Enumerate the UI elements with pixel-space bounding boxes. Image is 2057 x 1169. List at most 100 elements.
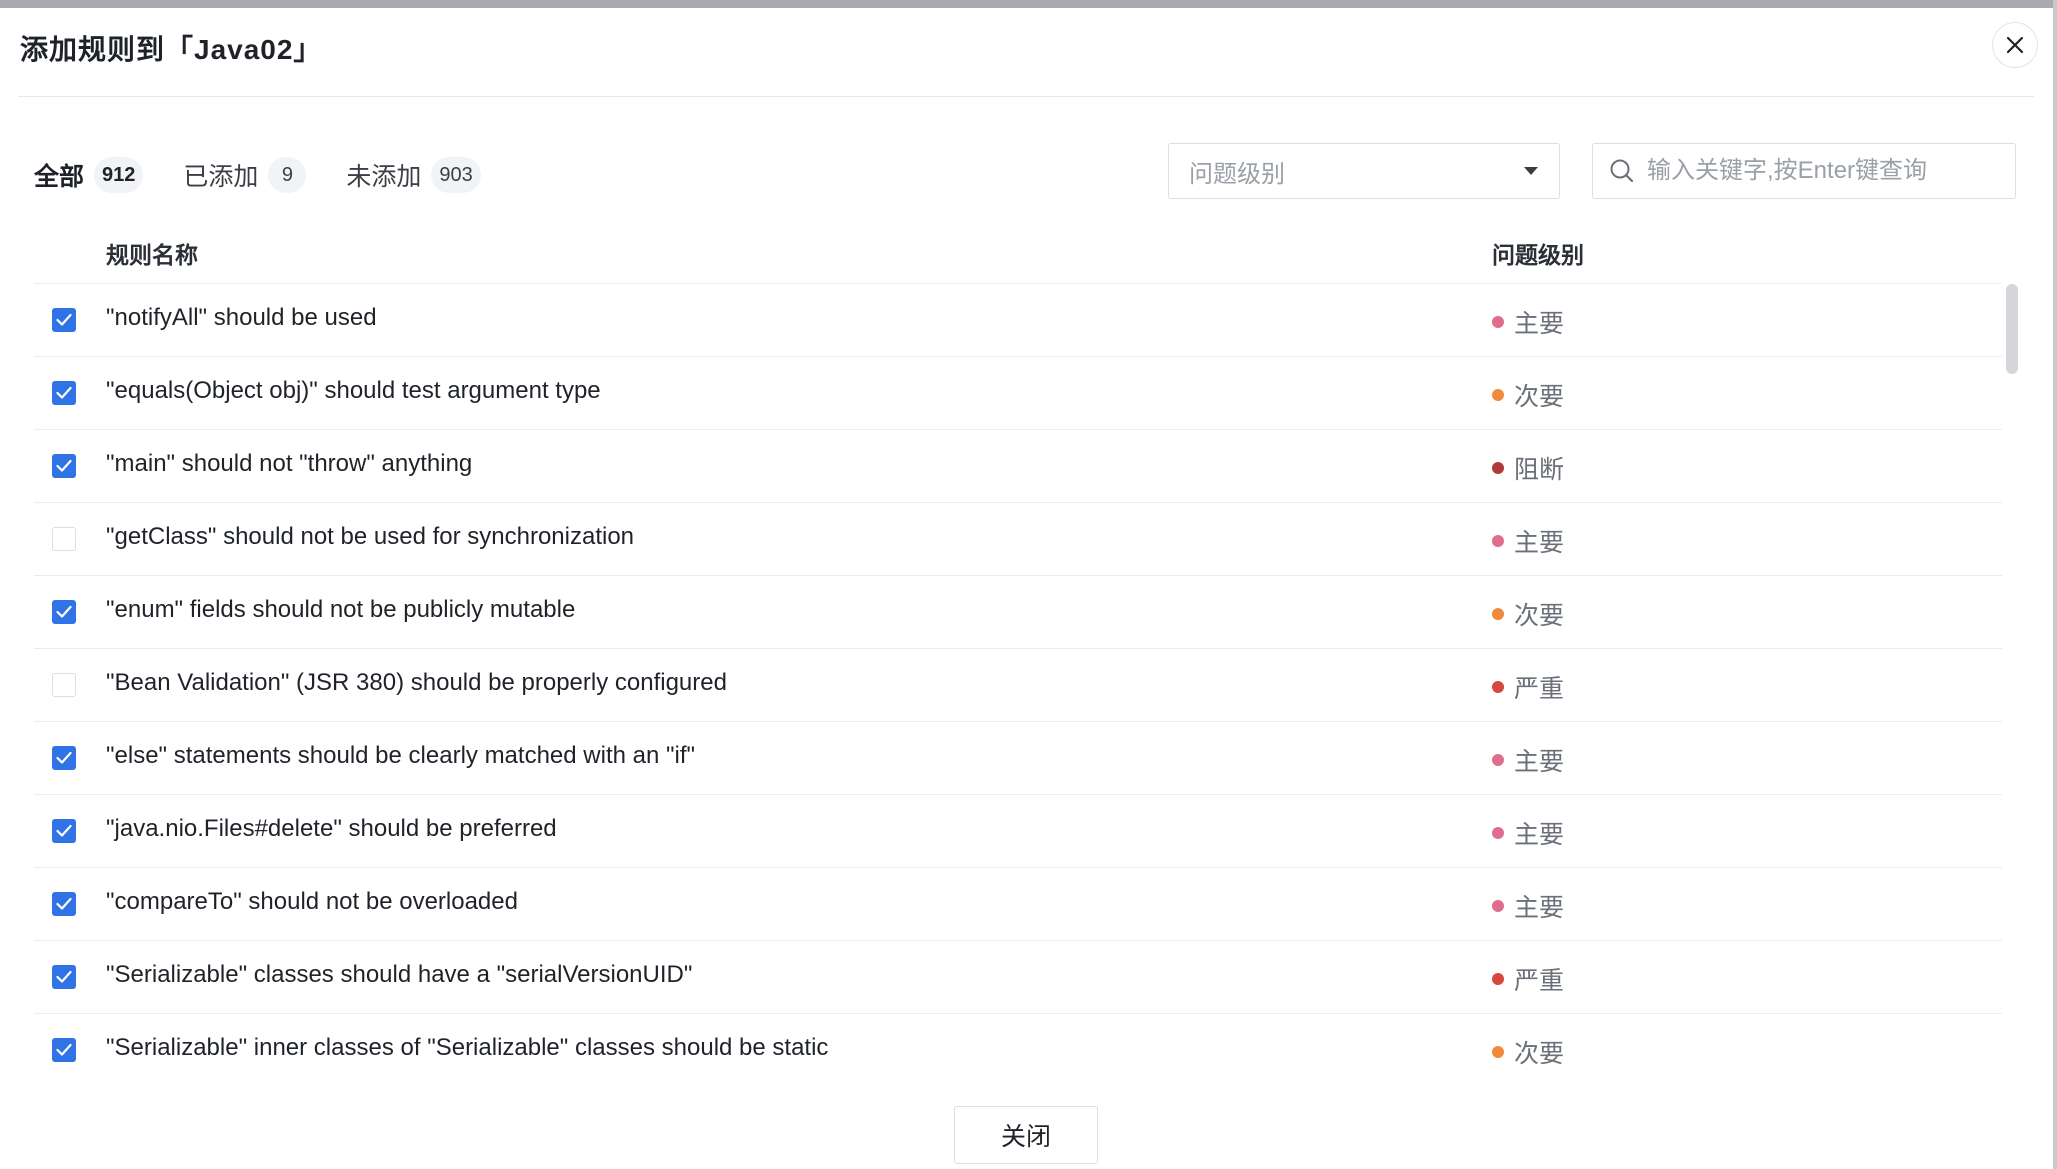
row-checkbox[interactable] xyxy=(52,527,76,551)
table-row[interactable]: "else" statements should be clearly matc… xyxy=(34,722,2002,795)
rule-name: "equals(Object obj)" should test argumen… xyxy=(106,377,601,404)
table-row[interactable]: "getClass" should not be used for synchr… xyxy=(34,503,2002,576)
severity-dot-icon xyxy=(1492,462,1504,474)
table-row[interactable]: "notifyAll" should be used 主要 xyxy=(34,284,2002,357)
table-row[interactable]: "compareTo" should not be overloaded 主要 xyxy=(34,868,2002,941)
tab-not-added-count: 903 xyxy=(431,157,481,193)
rule-name: "compareTo" should not be overloaded xyxy=(106,888,518,915)
filter-tabs: 全部 912 已添加 9 未添加 903 xyxy=(34,150,521,200)
close-button[interactable]: 关闭 xyxy=(954,1106,1098,1164)
tab-added-label: 已添加 xyxy=(183,163,259,191)
window-frame-top xyxy=(0,0,2057,8)
severity-badge: 主要 xyxy=(1492,815,1564,851)
row-checkbox[interactable] xyxy=(52,308,76,332)
severity-label: 主要 xyxy=(1514,310,1565,338)
severity-badge: 严重 xyxy=(1492,961,1564,997)
tab-all-count: 912 xyxy=(94,157,144,193)
checkmark-icon xyxy=(56,897,72,910)
table-row[interactable]: "enum" fields should not be publicly mut… xyxy=(34,576,2002,649)
severity-dot-icon xyxy=(1492,681,1504,693)
dialog-title: 添加规则到「Java02」 xyxy=(20,34,323,65)
severity-label: 次要 xyxy=(1514,1040,1565,1068)
severity-label: 阻断 xyxy=(1514,456,1565,484)
rule-name: "else" statements should be clearly matc… xyxy=(106,742,696,769)
row-checkbox[interactable] xyxy=(52,454,76,478)
window-frame-right xyxy=(2053,0,2057,1169)
checkmark-icon xyxy=(56,459,72,472)
severity-dot-icon xyxy=(1492,900,1504,912)
row-checkbox[interactable] xyxy=(52,381,76,405)
level-select-placeholder: 问题级别 xyxy=(1189,160,1285,188)
close-icon xyxy=(2006,36,2024,54)
severity-label: 次要 xyxy=(1514,602,1565,630)
header-divider xyxy=(18,96,2034,97)
table-row[interactable]: "Serializable" inner classes of "Seriali… xyxy=(34,1014,2002,1086)
column-header-rule-name[interactable]: 规则名称 xyxy=(106,236,198,270)
severity-label: 主要 xyxy=(1514,821,1565,849)
table-row[interactable]: "java.nio.Files#delete" should be prefer… xyxy=(34,795,2002,868)
severity-dot-icon xyxy=(1492,827,1504,839)
severity-badge: 次要 xyxy=(1492,1034,1564,1070)
scrollbar-thumb[interactable] xyxy=(2006,284,2018,374)
row-checkbox[interactable] xyxy=(52,1038,76,1062)
checkmark-icon xyxy=(56,1043,72,1056)
severity-badge: 次要 xyxy=(1492,596,1564,632)
severity-badge: 阻断 xyxy=(1492,450,1564,486)
severity-label: 主要 xyxy=(1514,529,1565,557)
search-box xyxy=(1592,143,2016,199)
rule-name: "Bean Validation" (JSR 380) should be pr… xyxy=(106,669,727,696)
severity-label: 主要 xyxy=(1514,748,1565,776)
tab-added-count: 9 xyxy=(268,157,307,193)
severity-dot-icon xyxy=(1492,754,1504,766)
tab-all[interactable]: 全部 912 xyxy=(34,157,144,193)
checkmark-icon xyxy=(56,605,72,618)
checkmark-icon xyxy=(56,824,72,837)
severity-badge: 主要 xyxy=(1492,742,1564,778)
rule-name: "notifyAll" should be used xyxy=(106,304,377,331)
severity-badge: 主要 xyxy=(1492,304,1564,340)
row-checkbox[interactable] xyxy=(52,892,76,916)
tab-not-added-label: 未添加 xyxy=(346,163,422,191)
search-input[interactable] xyxy=(1645,156,1989,186)
checkmark-icon xyxy=(56,970,72,983)
severity-label: 严重 xyxy=(1514,967,1565,995)
tab-added[interactable]: 已添加 9 xyxy=(183,157,307,193)
table-row[interactable]: "Serializable" classes should have a "se… xyxy=(34,941,2002,1014)
severity-dot-icon xyxy=(1492,608,1504,620)
rule-name: "Serializable" inner classes of "Seriali… xyxy=(106,1034,829,1061)
severity-badge: 严重 xyxy=(1492,669,1564,705)
row-checkbox[interactable] xyxy=(52,600,76,624)
severity-dot-icon xyxy=(1492,1046,1504,1058)
tab-all-label: 全部 xyxy=(34,163,85,191)
table-row[interactable]: "equals(Object obj)" should test argumen… xyxy=(34,357,2002,430)
caret-down-icon xyxy=(1524,167,1538,175)
rule-name: "getClass" should not be used for synchr… xyxy=(106,523,635,550)
severity-dot-icon xyxy=(1492,316,1504,328)
severity-dot-icon xyxy=(1492,389,1504,401)
severity-label: 次要 xyxy=(1514,383,1565,411)
column-header-level[interactable]: 问题级别 xyxy=(1492,236,1584,270)
row-checkbox[interactable] xyxy=(52,673,76,697)
rules-table-body: "notifyAll" should be used 主要 "equals(Obje… xyxy=(34,284,2002,1086)
close-icon-button[interactable] xyxy=(1992,22,2038,68)
row-checkbox[interactable] xyxy=(52,746,76,770)
severity-dot-icon xyxy=(1492,535,1504,547)
row-checkbox[interactable] xyxy=(52,965,76,989)
search-icon xyxy=(1610,159,1634,183)
checkmark-icon xyxy=(56,751,72,764)
checkmark-icon xyxy=(56,313,72,326)
rule-name: "main" should not "throw" anything xyxy=(106,450,473,477)
severity-badge: 次要 xyxy=(1492,377,1564,413)
rule-name: "Serializable" classes should have a "se… xyxy=(106,961,693,988)
severity-label: 主要 xyxy=(1514,894,1565,922)
severity-dot-icon xyxy=(1492,973,1504,985)
level-select[interactable]: 问题级别 xyxy=(1168,143,1560,199)
severity-badge: 主要 xyxy=(1492,888,1564,924)
table-row[interactable]: "main" should not "throw" anything 阻断 xyxy=(34,430,2002,503)
table-row[interactable]: "Bean Validation" (JSR 380) should be pr… xyxy=(34,649,2002,722)
rule-name: "java.nio.Files#delete" should be prefer… xyxy=(106,815,557,842)
rule-name: "enum" fields should not be publicly mut… xyxy=(106,596,576,623)
tab-not-added[interactable]: 未添加 903 xyxy=(346,157,481,193)
row-checkbox[interactable] xyxy=(52,819,76,843)
checkmark-icon xyxy=(56,386,72,399)
